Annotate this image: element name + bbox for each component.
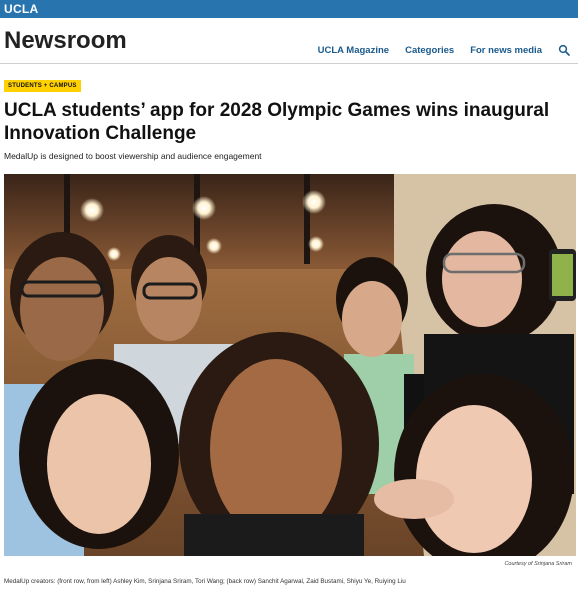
photo-illustration bbox=[4, 174, 576, 556]
nav-ucla-magazine[interactable]: UCLA Magazine bbox=[318, 45, 389, 56]
ucla-top-bar: UCLA bbox=[0, 0, 578, 18]
group-selfie-photo bbox=[4, 174, 576, 556]
site-header: Newsroom UCLA Magazine Categories For ne… bbox=[0, 18, 578, 64]
main-nav: UCLA Magazine Categories For news media bbox=[302, 44, 570, 56]
nav-categories[interactable]: Categories bbox=[405, 45, 454, 56]
headline-line-1: UCLA students’ app for 2028 Olympic Game… bbox=[4, 100, 550, 121]
article-subheading: MedalUp is designed to boost viewership … bbox=[4, 151, 262, 161]
article-headline: UCLA students’ app for 2028 Olympic Game… bbox=[4, 99, 564, 145]
photo-credit: Courtesy of Srinjana Sriram bbox=[504, 561, 572, 567]
photo-caption: MedalUp creators: (front row, from left)… bbox=[4, 578, 406, 585]
newsroom-title[interactable]: Newsroom bbox=[4, 27, 127, 55]
ucla-logo-link[interactable]: UCLA bbox=[4, 2, 39, 16]
search-icon[interactable] bbox=[558, 44, 570, 56]
category-tag[interactable]: STUDENTS + CAMPUS bbox=[4, 80, 81, 92]
nav-for-news-media[interactable]: For news media bbox=[470, 45, 542, 56]
headline-line-2: Innovation Challenge bbox=[4, 123, 197, 144]
